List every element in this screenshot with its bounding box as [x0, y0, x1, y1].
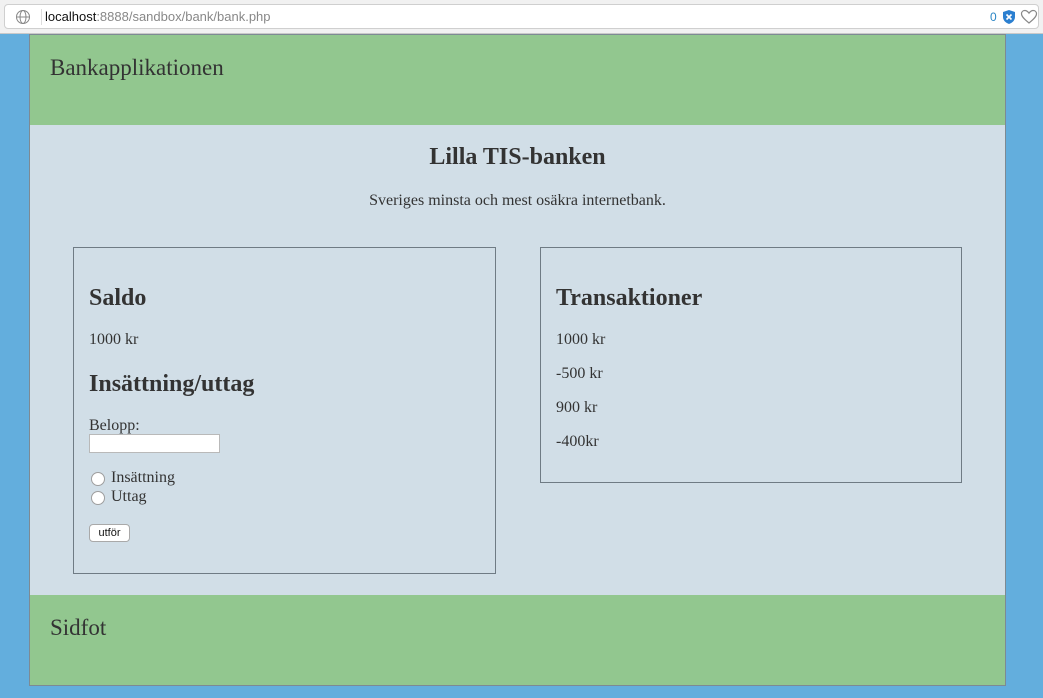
- url-text[interactable]: localhost:8888/sandbox/bank/bank.php: [45, 9, 271, 25]
- header-title: Bankapplikationen: [50, 55, 224, 80]
- transactions-heading: Transaktioner: [556, 285, 703, 311]
- transaction-item: -400kr: [556, 433, 599, 450]
- amount-label: Belopp:: [89, 417, 140, 434]
- transaction-item: 1000 kr: [556, 331, 606, 348]
- withdraw-label: Uttag: [111, 488, 147, 505]
- globe-icon: [16, 10, 30, 24]
- page-header: Bankapplikationen: [30, 35, 1005, 125]
- page-footer: Sidfot: [30, 595, 1005, 685]
- transaction-item: 900 kr: [556, 399, 598, 416]
- blocked-count: 0: [990, 10, 997, 24]
- address-bar[interactable]: localhost:8888/sandbox/bank/bank.php 0: [4, 4, 1039, 29]
- privacy-shield-icon[interactable]: [1001, 9, 1017, 25]
- submit-button[interactable]: utför: [89, 524, 130, 542]
- url-host: localhost: [45, 9, 97, 24]
- browser-toolbar: localhost:8888/sandbox/bank/bank.php 0: [0, 0, 1043, 34]
- balance-heading: Saldo: [89, 285, 147, 311]
- bank-subtitle: Sveriges minsta och mest osäkra internet…: [369, 192, 666, 209]
- withdraw-radio[interactable]: [91, 491, 105, 505]
- bank-title: Lilla TIS-banken: [429, 144, 606, 170]
- deposit-label: Insättning: [111, 469, 175, 486]
- main-content: Lilla TIS-banken Sveriges minsta och mes…: [30, 125, 1005, 595]
- transaction-item: -500 kr: [556, 365, 603, 382]
- amount-input[interactable]: [89, 434, 220, 453]
- heart-icon[interactable]: [1020, 8, 1038, 26]
- url-path: :8888/sandbox/bank/bank.php: [96, 9, 271, 24]
- address-separator: [41, 9, 42, 25]
- footer-title: Sidfot: [50, 615, 107, 640]
- transfer-heading: Insättning/uttag: [89, 371, 255, 397]
- page-container: Bankapplikationen Lilla TIS-banken Sveri…: [29, 34, 1006, 686]
- transactions-panel: Transaktioner 1000 kr -500 kr 900 kr -40…: [540, 247, 962, 483]
- balance-value: 1000 kr: [89, 331, 139, 348]
- account-panel: Saldo 1000 kr Insättning/uttag Belopp: I…: [73, 247, 496, 574]
- deposit-radio[interactable]: [91, 472, 105, 486]
